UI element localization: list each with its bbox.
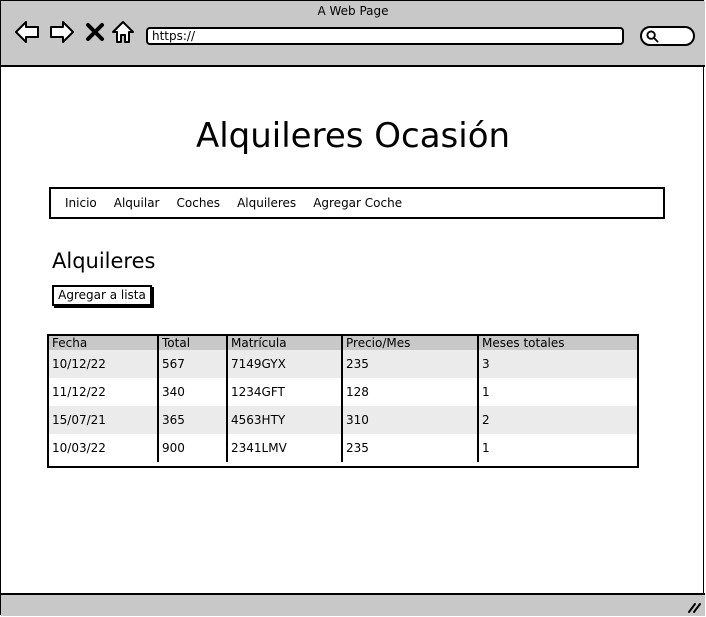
- cell-matricula: 2341LMV: [227, 434, 343, 462]
- cell-precio-mes: 128: [342, 378, 479, 406]
- header-fecha[interactable]: Fecha: [49, 336, 159, 350]
- resize-grip-icon[interactable]: [687, 601, 701, 613]
- main-menu: Inicio Alquilar Coches Alquileres Agrega…: [49, 187, 665, 219]
- cell-fecha: 10/03/22: [49, 434, 159, 462]
- cell-total: 567: [158, 350, 228, 378]
- cell-total: 340: [158, 378, 228, 406]
- cell-total: 900: [158, 434, 228, 462]
- cell-fecha: 15/07/21: [49, 406, 159, 434]
- home-icon[interactable]: [110, 19, 136, 45]
- cell-matricula: 1234GFT: [227, 378, 343, 406]
- rentals-table: Fecha Total Matrícula Precio/Mes Meses t…: [47, 334, 639, 468]
- table-row[interactable]: 15/07/21 365 4563HTY 310 2: [49, 406, 637, 434]
- cell-matricula: 7149GYX: [227, 350, 343, 378]
- header-precio-mes[interactable]: Precio/Mes: [342, 336, 479, 350]
- menu-item-inicio[interactable]: Inicio: [65, 196, 97, 210]
- cell-total: 365: [158, 406, 228, 434]
- cell-precio-mes: 235: [342, 350, 479, 378]
- url-input[interactable]: https://: [146, 27, 624, 45]
- forward-arrow-icon[interactable]: [49, 19, 75, 45]
- table-row[interactable]: 10/03/22 900 2341LMV 235 1: [49, 434, 637, 462]
- browser-search-field[interactable]: [640, 26, 695, 46]
- close-x-icon[interactable]: [85, 19, 105, 45]
- add-to-list-button[interactable]: Agregar a lista: [52, 285, 152, 306]
- table-header-row: Fecha Total Matrícula Precio/Mes Meses t…: [49, 336, 637, 350]
- header-matricula[interactable]: Matrícula: [227, 336, 343, 350]
- menu-item-agregar-coche[interactable]: Agregar Coche: [313, 196, 402, 210]
- cell-meses-totales: 2: [482, 413, 490, 427]
- section-title: Alquileres: [52, 249, 156, 273]
- cell-meses-totales: 1: [482, 441, 490, 455]
- table-row[interactable]: 10/12/22 567 7149GYX 235 3: [49, 350, 637, 378]
- table-row[interactable]: 11/12/22 340 1234GFT 128 1: [49, 378, 637, 406]
- browser-window: A Web Page https:// Alquileres Ocasión I…: [0, 0, 705, 616]
- menu-item-alquileres[interactable]: Alquileres: [237, 196, 296, 210]
- status-bar: [1, 593, 705, 616]
- cell-meses-totales: 3: [482, 357, 490, 371]
- cell-fecha: 11/12/22: [49, 378, 159, 406]
- header-total[interactable]: Total: [158, 336, 228, 350]
- cell-meses-totales: 1: [482, 385, 490, 399]
- cell-precio-mes: 310: [342, 406, 479, 434]
- browser-toolbar: A Web Page https://: [1, 1, 705, 67]
- window-title: A Web Page: [317, 4, 389, 18]
- cell-fecha: 10/12/22: [49, 350, 159, 378]
- menu-item-alquilar[interactable]: Alquilar: [114, 196, 160, 210]
- back-arrow-icon[interactable]: [14, 19, 40, 45]
- search-icon: [646, 30, 659, 43]
- cell-matricula: 4563HTY: [227, 406, 343, 434]
- menu-item-coches[interactable]: Coches: [177, 196, 221, 210]
- page-title: Alquileres Ocasión: [195, 116, 511, 156]
- cell-precio-mes: 235: [342, 434, 479, 462]
- header-meses-totales[interactable]: Meses totales: [478, 336, 637, 350]
